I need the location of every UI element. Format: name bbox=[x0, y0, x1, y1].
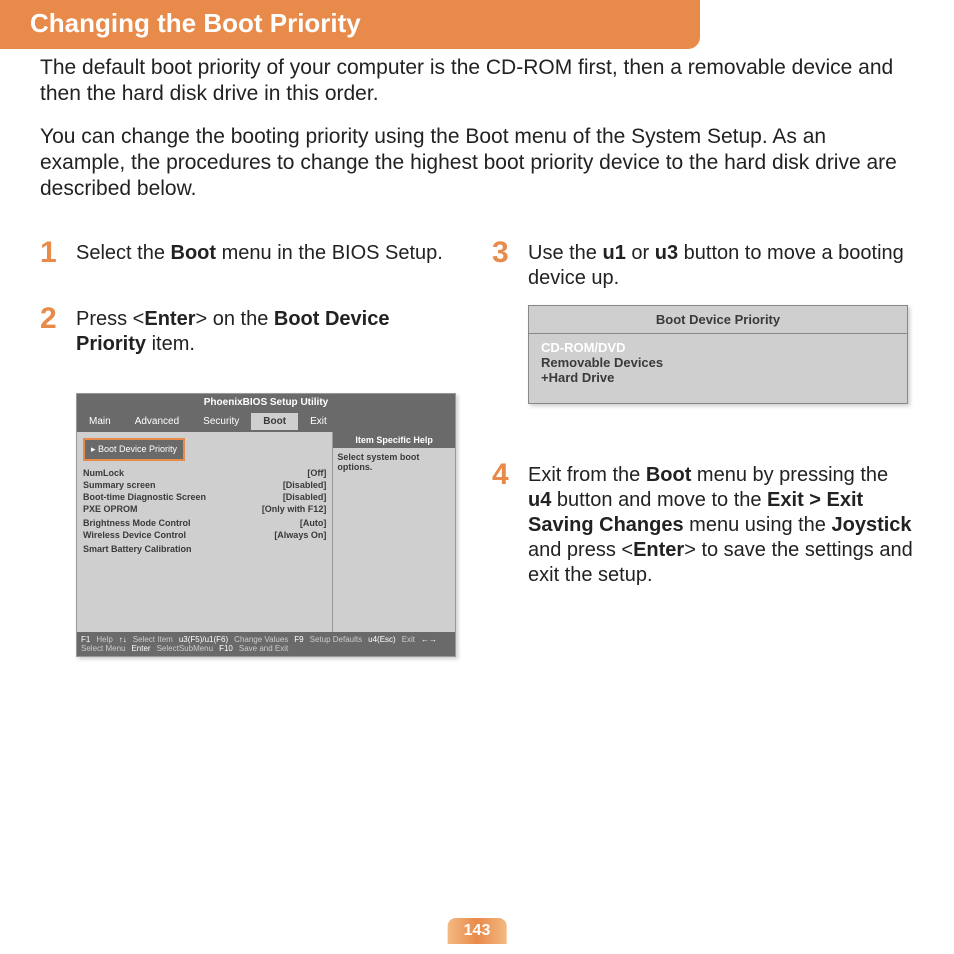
key-label: F10 bbox=[219, 644, 233, 653]
step-number: 4 bbox=[492, 460, 528, 588]
left-column: 1 Select the Boot menu in the BIOS Setup… bbox=[40, 238, 462, 657]
bios-help-text: Select system boot options. bbox=[333, 448, 455, 476]
bios-setting-value: [Disabled] bbox=[283, 480, 327, 490]
key-label: F9 bbox=[294, 635, 303, 644]
text-fragment: Press < bbox=[76, 308, 144, 330]
text-bold: Joystick bbox=[831, 514, 911, 536]
bios-screenshot: PhoenixBIOS Setup Utility Main Advanced … bbox=[76, 393, 456, 657]
step-3: 3 Use the u1 or u3 button to move a boot… bbox=[492, 238, 914, 291]
bios-setting-value: [Always On] bbox=[274, 530, 326, 540]
bios-help-header: Item Specific Help bbox=[333, 432, 455, 448]
text-bold: u1 bbox=[602, 242, 625, 264]
key-desc: Select Menu bbox=[81, 644, 125, 653]
boot-priority-title: Boot Device Priority bbox=[529, 306, 907, 334]
key-label: ↑↓ bbox=[119, 635, 127, 644]
text-bold: u3 bbox=[655, 242, 678, 264]
key-desc: Exit bbox=[402, 635, 415, 644]
boot-priority-box: Boot Device Priority CD-ROM/DVD Removabl… bbox=[528, 305, 908, 404]
text-fragment: or bbox=[626, 242, 655, 264]
priority-item: +Hard Drive bbox=[541, 370, 895, 385]
text-fragment: and press < bbox=[528, 539, 633, 561]
bios-right-pane: Item Specific Help Select system boot op… bbox=[333, 432, 455, 632]
key-label: ←→ bbox=[421, 635, 437, 644]
step-text: Exit from the Boot menu by pressing the … bbox=[528, 460, 914, 588]
step-2: 2 Press <Enter> on the Boot Device Prior… bbox=[40, 304, 462, 357]
bios-setting-row: Summary screen [Disabled] bbox=[83, 479, 326, 491]
page-title: Changing the Boot Priority bbox=[0, 0, 700, 49]
bios-setting-label: Wireless Device Control bbox=[83, 530, 186, 540]
bios-setting-label: PXE OPROM bbox=[83, 504, 138, 514]
bios-setting-value: [Only with F12] bbox=[262, 504, 327, 514]
key-label: u3(F5)/u1(F6) bbox=[179, 635, 228, 644]
text-bold: Enter bbox=[144, 308, 195, 330]
bios-setting-label: Brightness Mode Control bbox=[83, 518, 191, 528]
text-fragment: Use the bbox=[528, 242, 602, 264]
bios-tab-main: Main bbox=[77, 413, 123, 430]
key-label: u4(Esc) bbox=[368, 635, 396, 644]
text-fragment: menu in the BIOS Setup. bbox=[216, 242, 443, 264]
boot-priority-list: CD-ROM/DVD Removable Devices +Hard Drive bbox=[529, 334, 907, 403]
key-desc: Setup Defaults bbox=[310, 635, 362, 644]
bios-left-pane: ▸ Boot Device Priority NumLock[Off]Summa… bbox=[77, 432, 333, 632]
step-text: Press <Enter> on the Boot Device Priorit… bbox=[76, 304, 462, 357]
content-columns: 1 Select the Boot menu in the BIOS Setup… bbox=[0, 238, 954, 657]
key-desc: Select Item bbox=[133, 635, 173, 644]
priority-item-selected: CD-ROM/DVD bbox=[541, 340, 895, 355]
bios-tab-boot: Boot bbox=[251, 413, 298, 430]
bios-setting-value: [Disabled] bbox=[283, 492, 327, 502]
right-column: 3 Use the u1 or u3 button to move a boot… bbox=[492, 238, 914, 657]
bios-setting-label: NumLock bbox=[83, 468, 124, 478]
key-label: F1 bbox=[81, 635, 90, 644]
text-fragment: button and move to the bbox=[551, 489, 767, 511]
bios-setting-row: Boot-time Diagnostic Screen [Disabled] bbox=[83, 491, 326, 503]
key-desc: Change Values bbox=[234, 635, 288, 644]
bios-tab-security: Security bbox=[191, 413, 251, 430]
text-bold: Boot bbox=[171, 242, 217, 264]
bios-tab-exit: Exit bbox=[298, 413, 339, 430]
bios-setting-label: Smart Battery Calibration bbox=[83, 544, 192, 554]
step-4: 4 Exit from the Boot menu by pressing th… bbox=[492, 460, 914, 588]
bios-setting-row: Smart Battery Calibration bbox=[83, 543, 326, 555]
text-fragment: > on the bbox=[195, 308, 273, 330]
bios-footer: F1 Help ↑↓ Select Item u3(F5)/u1(F6) Change… bbox=[77, 632, 455, 656]
priority-item: Removable Devices bbox=[541, 355, 895, 370]
intro-paragraph-2: You can change the booting priority usin… bbox=[40, 124, 914, 203]
bios-setting-label: Boot-time Diagnostic Screen bbox=[83, 492, 206, 502]
page-number: 143 bbox=[448, 918, 507, 944]
key-desc: SelectSubMenu bbox=[157, 644, 213, 653]
bios-setting-label: Summary screen bbox=[83, 480, 156, 490]
step-number: 1 bbox=[40, 238, 76, 268]
bios-tab-advanced: Advanced bbox=[123, 413, 191, 430]
step-1: 1 Select the Boot menu in the BIOS Setup… bbox=[40, 238, 462, 268]
text-fragment: item. bbox=[146, 333, 195, 355]
text-fragment: Exit from the bbox=[528, 464, 646, 486]
bios-selected-item: ▸ Boot Device Priority bbox=[83, 438, 185, 461]
step-text: Use the u1 or u3 button to move a bootin… bbox=[528, 238, 914, 291]
text-bold: u4 bbox=[528, 489, 551, 511]
bios-setting-value: [Auto] bbox=[300, 518, 327, 528]
bios-setting-row: Brightness Mode Control [Auto] bbox=[83, 517, 326, 529]
text-bold: Enter bbox=[633, 539, 684, 561]
bios-tabs: Main Advanced Security Boot Exit bbox=[77, 411, 455, 432]
key-label: Enter bbox=[131, 644, 150, 653]
bios-setting-row: Wireless Device Control [Always On] bbox=[83, 529, 326, 541]
bios-body: ▸ Boot Device Priority NumLock[Off]Summa… bbox=[77, 432, 455, 632]
key-desc: Help bbox=[96, 635, 112, 644]
bios-setting-value: [Off] bbox=[307, 468, 326, 478]
text-fragment: menu using the bbox=[684, 514, 832, 536]
text-fragment: menu by pressing the bbox=[691, 464, 888, 486]
step-number: 2 bbox=[40, 304, 76, 357]
intro-block: The default boot priority of your comput… bbox=[0, 55, 954, 238]
intro-paragraph-1: The default boot priority of your comput… bbox=[40, 55, 914, 108]
bios-title: PhoenixBIOS Setup Utility bbox=[77, 394, 455, 411]
text-bold: Boot bbox=[646, 464, 692, 486]
step-number: 3 bbox=[492, 238, 528, 291]
key-desc: Save and Exit bbox=[239, 644, 288, 653]
bios-setting-row: NumLock [Off] bbox=[83, 467, 326, 479]
step-text: Select the Boot menu in the BIOS Setup. bbox=[76, 238, 443, 268]
bios-setting-row: PXE OPROM [Only with F12] bbox=[83, 503, 326, 515]
text-fragment: Select the bbox=[76, 242, 171, 264]
